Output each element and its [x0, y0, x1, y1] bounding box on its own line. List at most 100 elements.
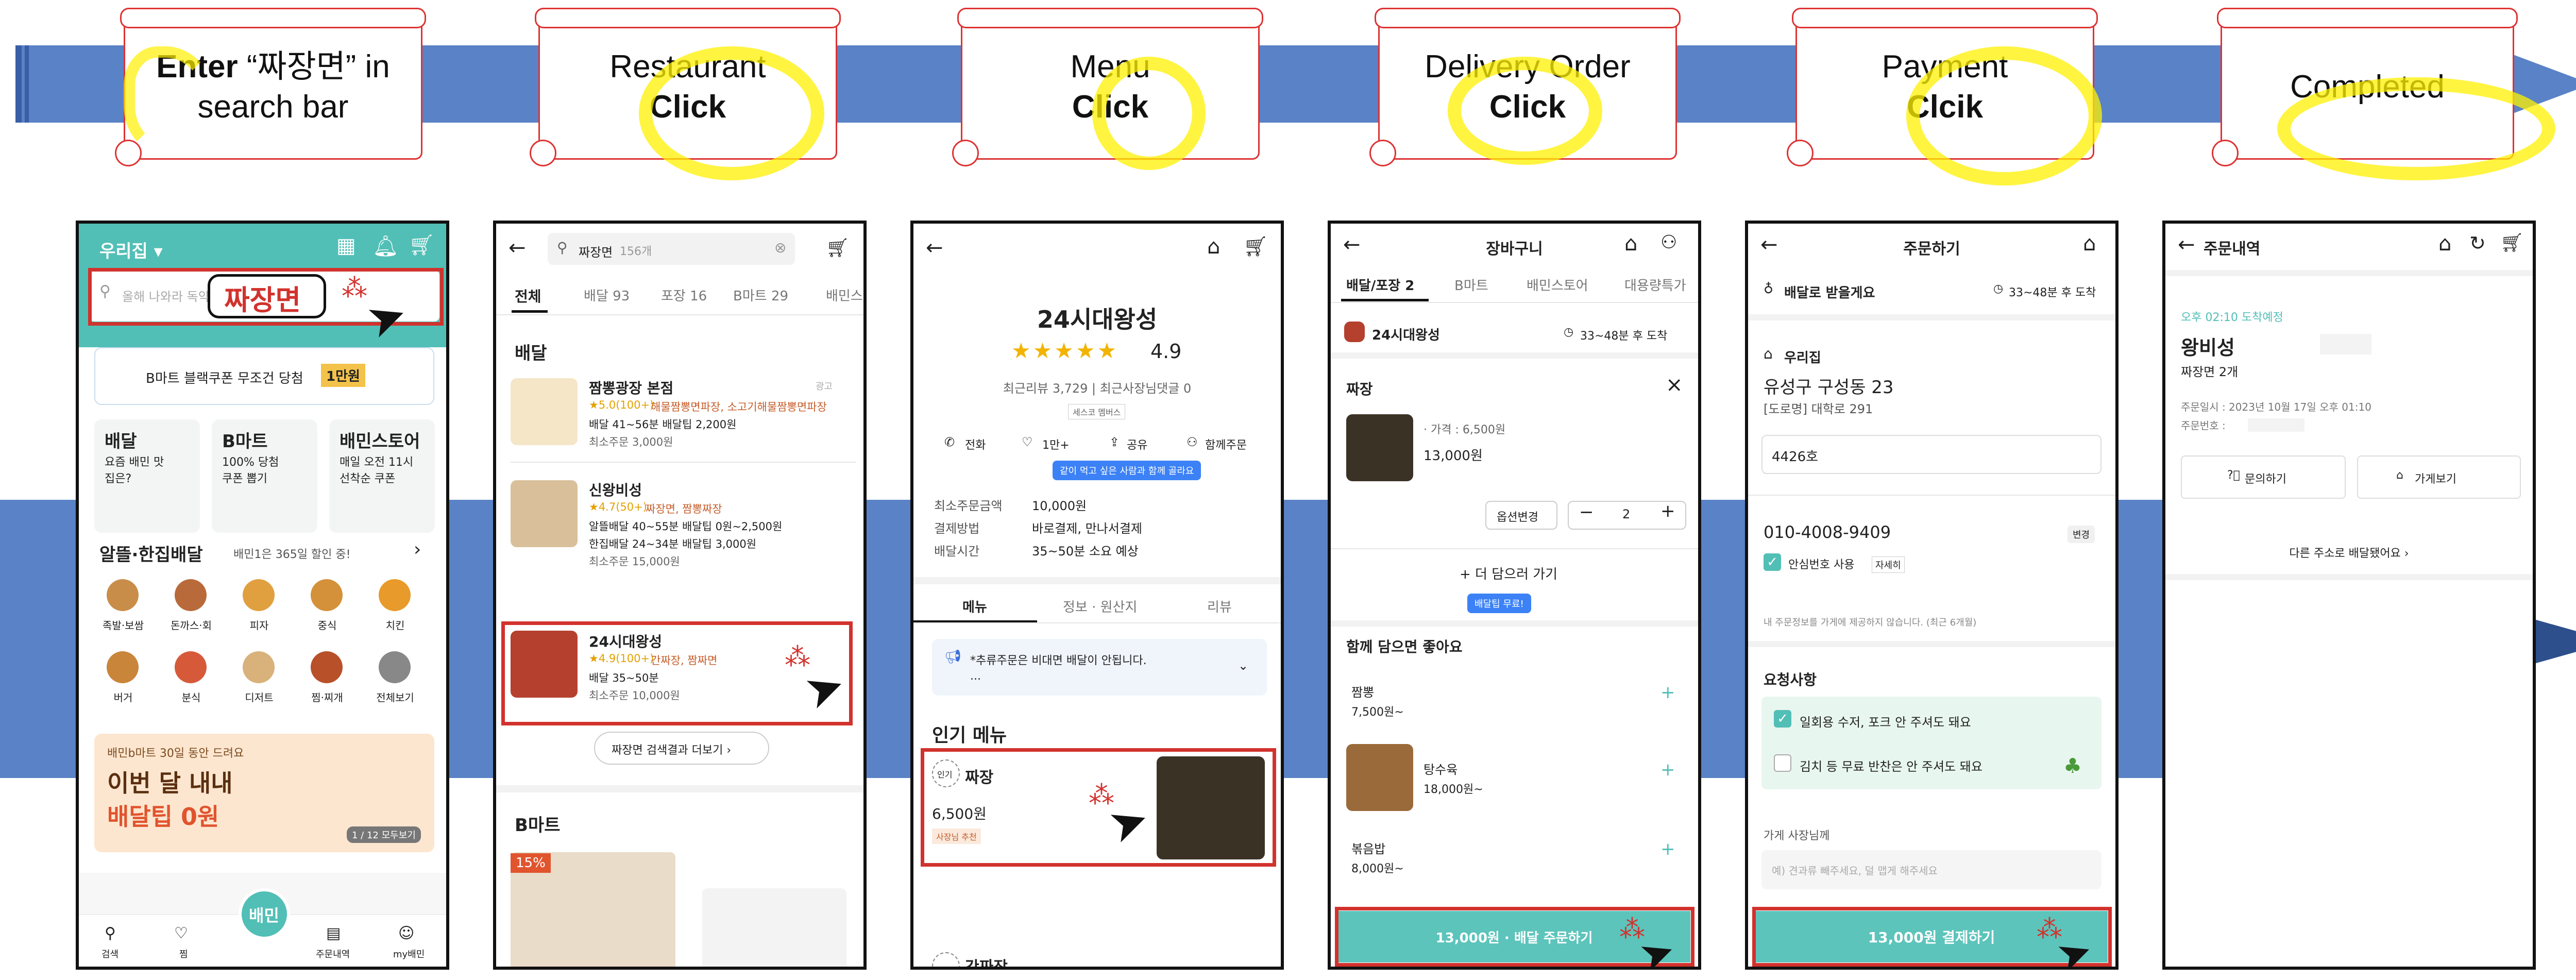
category-1-icon[interactable] [107, 579, 139, 611]
category-10-icon[interactable] [379, 651, 411, 683]
wrong-address-link[interactable]: 다른 주소로 배달됐어요 › [2165, 544, 2533, 561]
action-like[interactable]: 1만+ [1042, 436, 1070, 452]
category-label[interactable]: 버거 [99, 689, 147, 704]
nav-my[interactable]: my배민 [393, 947, 425, 960]
category-9-icon[interactable] [311, 651, 343, 683]
chevron-down-icon[interactable]: ⌄ [1238, 658, 1248, 673]
tab-all[interactable]: 전체 [515, 285, 541, 306]
category-label[interactable]: 디저트 [235, 689, 283, 704]
tab-delivery[interactable]: 배달 93 [584, 285, 630, 305]
add-icon[interactable]: + [1660, 682, 1675, 703]
refresh-icon[interactable]: ↻ [2469, 232, 2486, 255]
inquiry-label: 문의하기 [2245, 473, 2286, 486]
chevron-right-icon[interactable]: › [414, 539, 421, 560]
promo-page[interactable]: 1 / 12 모두보기 [347, 826, 421, 843]
category-label[interactable]: 중식 [303, 617, 351, 632]
cart-icon[interactable]: 🛒︎ [409, 233, 435, 257]
nav-orders[interactable]: 주문내역 [316, 947, 350, 960]
category-label[interactable]: 피자 [235, 617, 283, 632]
nav-search[interactable]: 검색 [101, 947, 118, 960]
tab-delivery[interactable]: 배달/포장 2 [1346, 275, 1414, 294]
category-label[interactable]: 족발·보쌈 [99, 617, 147, 632]
store-name[interactable]: 신왕비성 [589, 479, 642, 500]
category-4-icon[interactable] [311, 579, 343, 611]
action-group-order[interactable]: 함께주문 [1205, 436, 1247, 452]
back-arrow-icon[interactable]: ← [509, 236, 526, 260]
category-label[interactable]: 전체보기 [371, 689, 419, 704]
category-6-icon[interactable] [107, 651, 139, 683]
store-thumbnail[interactable] [511, 480, 578, 547]
category-label[interactable]: 치킨 [371, 617, 419, 632]
tab-bmart[interactable]: B마트 [1454, 275, 1488, 294]
search-icon[interactable]: ⚲ [105, 924, 116, 942]
section-sub: 배민1은 365일 할인 중! [233, 548, 351, 561]
safe-number-checkbox[interactable]: ✓ [1764, 553, 1781, 571]
tab-bulk[interactable]: 대용량특가 [1624, 275, 1686, 294]
review-counts[interactable]: 최근리뷰 3,729 | 최근사장님댓글 0 [913, 378, 1281, 396]
category-label[interactable]: 분식 [167, 689, 215, 704]
category-label[interactable]: 돈까스·회 [167, 617, 215, 632]
divider [1331, 302, 1698, 303]
store-name[interactable]: 짬뽕광장 본점 [589, 377, 673, 398]
heart-icon[interactable]: ♡ [174, 924, 188, 942]
tab-review[interactable]: 리뷰 [1207, 597, 1232, 616]
cart-icon[interactable]: 🛒︎ [2500, 232, 2524, 254]
category-5-icon[interactable] [379, 579, 411, 611]
request-1-checkbox[interactable]: ✓ [1774, 710, 1791, 728]
page-title: 주문내역 [2204, 240, 2261, 258]
add-more-button[interactable]: + 더 담으러 가기 [1460, 564, 1557, 583]
category-label[interactable]: 찜·찌개 [303, 689, 351, 704]
store-logo [1344, 322, 1365, 342]
home-icon[interactable]: ⌂ [1624, 232, 1637, 256]
tab-store[interactable]: 배민스 [826, 285, 863, 305]
action-call[interactable]: 전화 [965, 436, 986, 452]
nav-likes[interactable]: 찜 [179, 947, 188, 960]
home-icon[interactable]: ⌂ [1207, 235, 1220, 259]
back-arrow-icon[interactable]: ← [926, 236, 943, 260]
back-arrow-icon[interactable]: ← [2178, 233, 2195, 257]
add-person-icon[interactable]: ⚇ [1660, 232, 1677, 253]
tab-info[interactable]: 정보 · 원산지 [1063, 597, 1137, 616]
coupon-badge: 1만원 [321, 364, 365, 387]
bell-icon[interactable]: 🔔︎ [372, 234, 399, 258]
share-icon[interactable]: ⇪ [1109, 435, 1120, 449]
store-thumbnail[interactable] [511, 378, 578, 445]
home-icon[interactable]: ⌂ [2438, 232, 2451, 256]
close-icon[interactable]: × [1666, 373, 1683, 397]
grid-icon[interactable]: ▦ [336, 234, 356, 258]
minus-icon[interactable]: − [1579, 502, 1594, 522]
cart-icon[interactable]: 🛒︎ [1243, 235, 1268, 258]
location-selector[interactable]: 우리집 ▾ [99, 237, 163, 262]
menu-name[interactable]: 간짜장 [965, 954, 1008, 967]
safe-number-detail[interactable]: 자세히 [1872, 556, 1905, 573]
category-2-icon[interactable] [175, 579, 207, 611]
tab-bmart[interactable]: B마트 29 [733, 285, 788, 305]
owner-request-placeholder: 예) 견과류 빼주세요, 덜 맵게 해주세요 [1772, 865, 1938, 877]
tab-pickup[interactable]: 포장 16 [661, 285, 707, 305]
clear-icon[interactable]: ⊗ [774, 239, 786, 256]
cart-item-image [1346, 414, 1413, 481]
category-7-icon[interactable] [175, 651, 207, 683]
cart-item-price: 13,000원 [1423, 448, 1483, 464]
heart-icon[interactable]: ♡ [1022, 435, 1033, 449]
request-2-checkbox[interactable] [1774, 754, 1791, 772]
product-image[interactable] [702, 888, 846, 967]
change-phone-button[interactable]: 변경 [2067, 526, 2095, 543]
store-name[interactable]: 왕비성 [2181, 332, 2235, 360]
action-share[interactable]: 공유 [1127, 436, 1147, 452]
cart-icon[interactable]: 🛒︎ [826, 237, 850, 259]
phone-icon[interactable]: ✆ [944, 435, 955, 449]
add-icon[interactable]: + [1660, 759, 1675, 780]
group-order-icon[interactable]: ⚇ [1187, 435, 1198, 449]
tab-menu[interactable]: 메뉴 [962, 597, 987, 616]
category-3-icon[interactable] [243, 579, 275, 611]
smile-icon[interactable]: ☺ [398, 924, 414, 942]
home-icon[interactable]: ⌂ [2083, 232, 2096, 256]
receipt-icon[interactable]: ▤ [326, 924, 341, 942]
tab-store[interactable]: 배민스토어 [1527, 275, 1588, 294]
search-icon: ⚲ [557, 239, 568, 256]
store-name[interactable]: 24시대왕성 [1372, 325, 1440, 344]
add-icon[interactable]: + [1660, 839, 1675, 859]
plus-icon[interactable]: + [1660, 501, 1675, 521]
category-8-icon[interactable] [243, 651, 275, 683]
